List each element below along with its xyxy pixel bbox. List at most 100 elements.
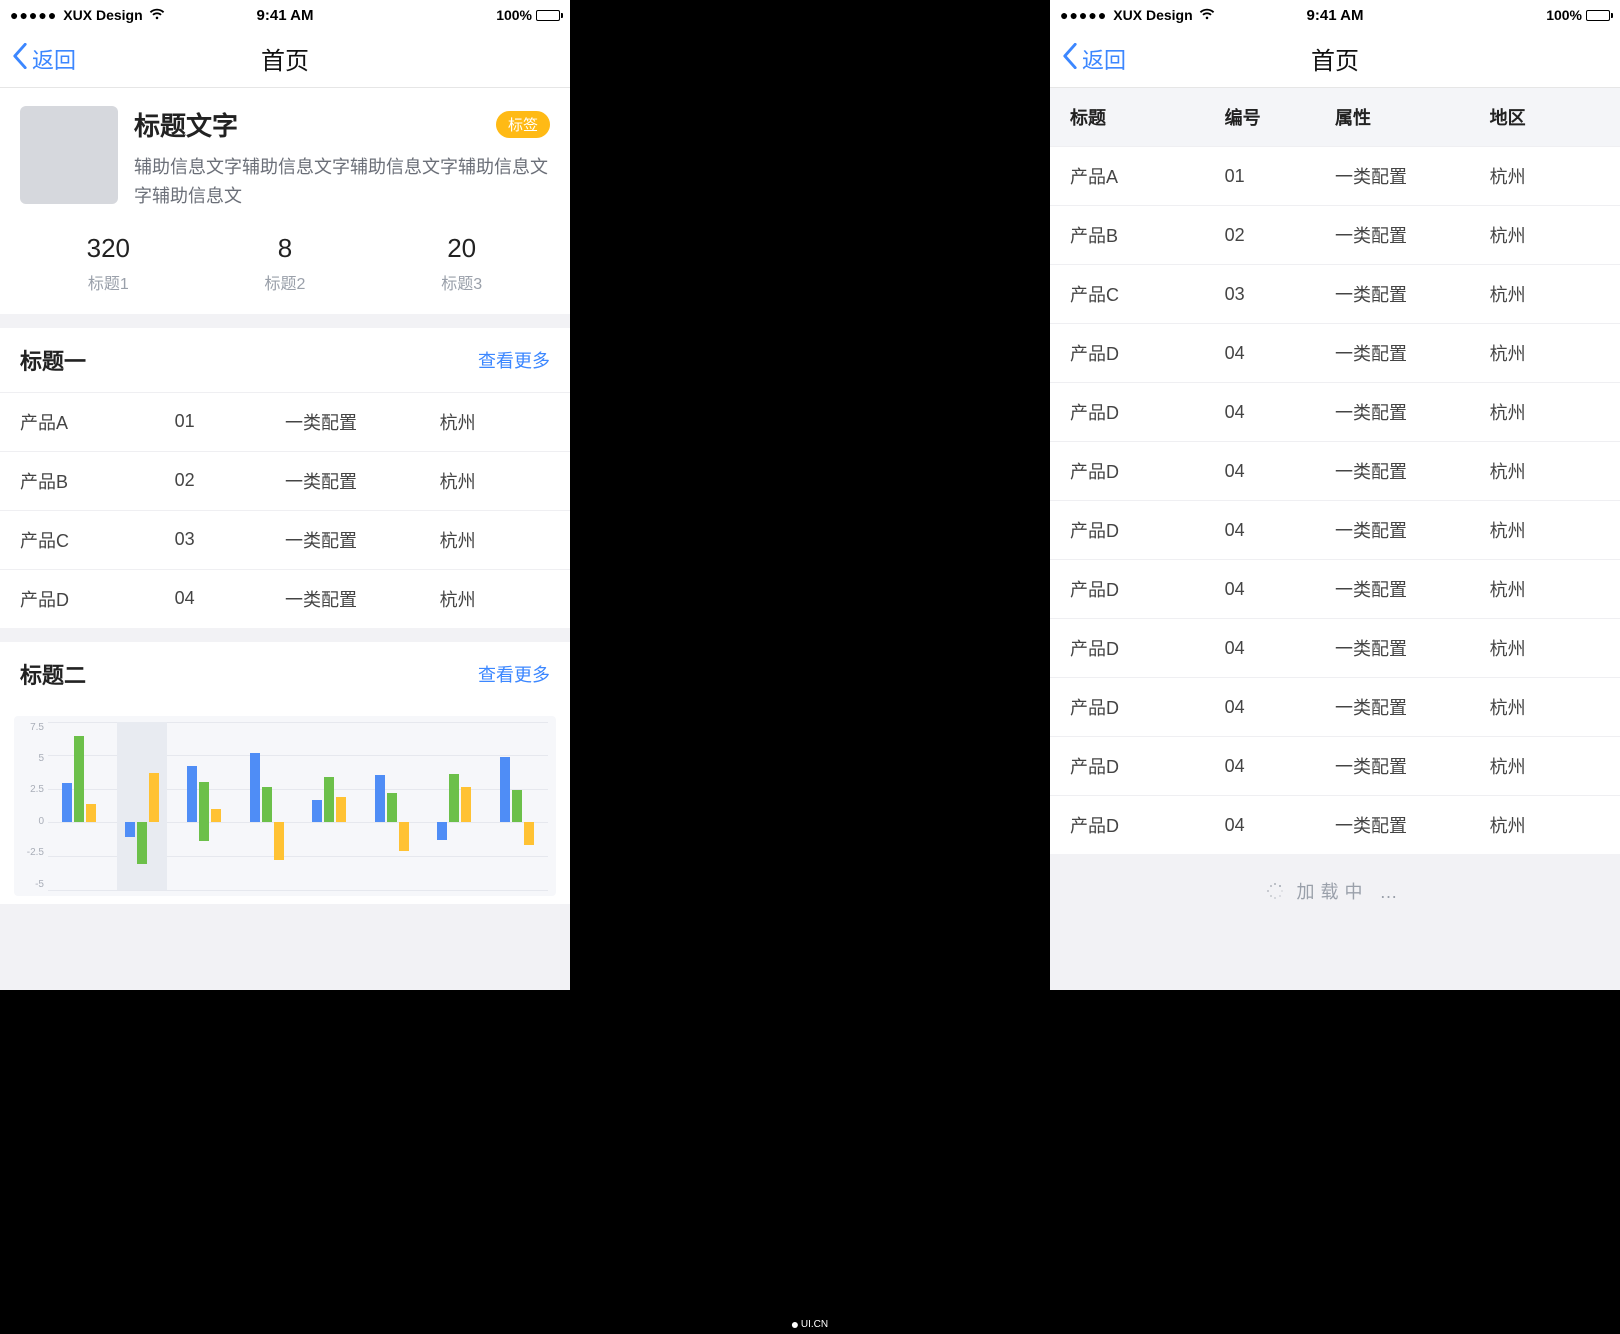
stat-label: 标题2 (265, 270, 306, 294)
cell: 杭州 (440, 409, 550, 435)
carrier-label: XUX Design (63, 7, 142, 23)
cell: 02 (1225, 225, 1335, 246)
bar-group[interactable] (173, 722, 236, 890)
stat-3[interactable]: 20 标题3 (373, 233, 550, 294)
cell: 产品D (1070, 399, 1225, 425)
cell: 一类配置 (1335, 458, 1490, 484)
cell: 一类配置 (1335, 812, 1490, 838)
bar-group[interactable] (48, 722, 111, 890)
watermark-label: UI.CN (801, 1319, 828, 1330)
table-row[interactable]: 产品D04一类配置杭州 (1050, 500, 1620, 559)
table-row[interactable]: 产品D04一类配置杭州 (1050, 441, 1620, 500)
bar-group[interactable] (236, 722, 299, 890)
cell: 02 (175, 470, 285, 491)
screen-left: ●●●●● XUX Design 9:41 AM 100% 返回 首页 标题文字 (0, 0, 570, 990)
th-attr: 属性 (1335, 104, 1490, 130)
y-axis-labels: 7.552.50-2.5-5 (18, 722, 44, 890)
wifi-icon (1199, 7, 1215, 23)
cell: 杭州 (1490, 517, 1600, 543)
more-link[interactable]: 查看更多 (478, 661, 550, 687)
bar-chart[interactable]: 7.552.50-2.5-5 (14, 716, 556, 896)
page-title: 首页 (1311, 41, 1359, 76)
chart-container: 7.552.50-2.5-5 (0, 706, 570, 904)
signal-dots-icon: ●●●●● (10, 7, 57, 23)
back-button[interactable]: 返回 (12, 43, 76, 75)
cell: 一类配置 (285, 409, 440, 435)
loading-indicator: 加载中 … (1050, 854, 1620, 928)
cell: 一类配置 (285, 527, 440, 553)
cell: 产品D (1070, 340, 1225, 366)
cell: 一类配置 (285, 468, 440, 494)
table-row[interactable]: 产品D04一类配置杭州 (1050, 736, 1620, 795)
cell: 产品D (1070, 635, 1225, 661)
battery-percent-label: 100% (1546, 7, 1582, 23)
table-row[interactable]: 产品D04一类配置杭州 (0, 569, 570, 628)
cell: 一类配置 (1335, 694, 1490, 720)
battery-icon (1586, 10, 1610, 21)
stat-2[interactable]: 8 标题2 (197, 233, 374, 294)
th-region: 地区 (1490, 104, 1600, 130)
table-row[interactable]: 产品B02一类配置杭州 (0, 451, 570, 510)
bar-C (149, 773, 159, 823)
table-row[interactable]: 产品D04一类配置杭州 (1050, 677, 1620, 736)
cell: 杭州 (1490, 458, 1600, 484)
cell: 一类配置 (1335, 222, 1490, 248)
nav-bar: 返回 首页 (1050, 30, 1620, 88)
cell: 杭州 (1490, 281, 1600, 307)
more-link[interactable]: 查看更多 (478, 347, 550, 373)
cell: 04 (1225, 402, 1335, 423)
table-header: 标题 编号 属性 地区 (1050, 88, 1620, 146)
cell: 产品D (1070, 694, 1225, 720)
cell: 杭州 (1490, 576, 1600, 602)
bar-C (274, 822, 284, 860)
bar-B (262, 787, 272, 822)
bar-group[interactable] (111, 722, 174, 890)
dot-icon (792, 1322, 798, 1328)
table-row[interactable]: 产品B02一类配置杭州 (1050, 205, 1620, 264)
card-title: 标题文字 (134, 106, 238, 143)
bar-B (449, 774, 459, 822)
table-row[interactable]: 产品C03一类配置杭州 (1050, 264, 1620, 323)
cell: 一类配置 (1335, 163, 1490, 189)
bar-B (74, 736, 84, 822)
cell: 04 (1225, 815, 1335, 836)
bar-B (387, 793, 397, 823)
table-row[interactable]: 产品A01一类配置杭州 (1050, 146, 1620, 205)
section-title: 标题一 (20, 344, 86, 376)
cell: 04 (1225, 461, 1335, 482)
table-row[interactable]: 产品D04一类配置杭州 (1050, 559, 1620, 618)
card-description: 辅助信息文字辅助信息文字辅助信息文字辅助信息文字辅助信息文 (134, 153, 550, 211)
back-button[interactable]: 返回 (1062, 43, 1126, 75)
bar-C (336, 797, 346, 823)
bar-group[interactable] (298, 722, 361, 890)
bar-B (512, 790, 522, 822)
bar-group[interactable] (486, 722, 549, 890)
thumbnail-image (20, 106, 118, 204)
table-row[interactable]: 产品A01一类配置杭州 (0, 392, 570, 451)
back-label: 返回 (1082, 43, 1126, 75)
table-row[interactable]: 产品D04一类配置杭州 (1050, 618, 1620, 677)
table-row[interactable]: 产品D04一类配置杭州 (1050, 382, 1620, 441)
status-bar: ●●●●● XUX Design 9:41 AM 100% (1050, 0, 1620, 30)
bar-group[interactable] (423, 722, 486, 890)
cell: 杭州 (440, 468, 550, 494)
bar-A (125, 822, 135, 837)
section-gap (0, 628, 570, 642)
section-gap (0, 314, 570, 328)
stat-value: 20 (447, 233, 476, 264)
table-row[interactable]: 产品D04一类配置杭州 (1050, 795, 1620, 854)
cell: 04 (1225, 756, 1335, 777)
table-row[interactable]: 产品C03一类配置杭州 (0, 510, 570, 569)
watermark-badge: UI.CN (784, 1317, 836, 1332)
th-title: 标题 (1070, 104, 1225, 130)
cell: 产品B (1070, 222, 1225, 248)
bar-group[interactable] (361, 722, 424, 890)
cell: 产品C (1070, 281, 1225, 307)
carrier-label: XUX Design (1113, 7, 1192, 23)
table-row[interactable]: 产品D04一类配置杭州 (1050, 323, 1620, 382)
cell: 杭州 (1490, 694, 1600, 720)
bar-B (137, 822, 147, 864)
table-body: 产品A01一类配置杭州产品B02一类配置杭州产品C03一类配置杭州产品D04一类… (1050, 146, 1620, 854)
cell: 产品B (20, 468, 175, 494)
stat-1[interactable]: 320 标题1 (20, 233, 197, 294)
